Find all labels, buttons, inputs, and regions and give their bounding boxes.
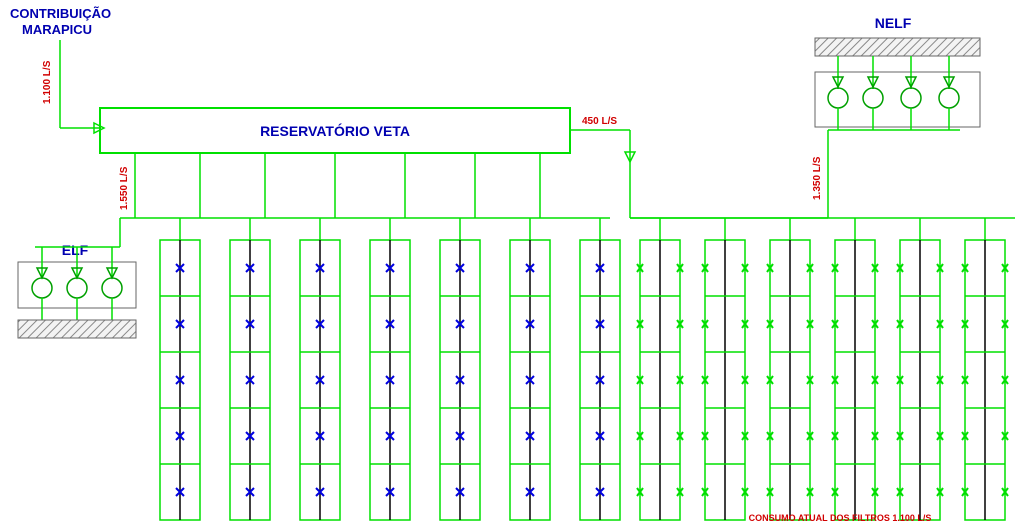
nelf-pump-box (815, 72, 980, 127)
right-filter-bank (630, 218, 1015, 520)
elf-hatch (18, 320, 136, 338)
left-filter-col-3 (300, 240, 340, 520)
left-filter-col-4 (370, 240, 410, 520)
nelf-pump-4 (939, 56, 959, 130)
elf-label: ELF (62, 242, 89, 258)
elf-group: ELF (18, 218, 136, 338)
reservoir-label: RESERVATÓRIO VETA (260, 122, 410, 139)
right-filter-col-4 (832, 240, 878, 520)
nelf-pump-3 (901, 56, 921, 130)
right-filter-col-3 (767, 240, 813, 520)
flow-in-label: 1.100 L/S (42, 60, 53, 104)
flow-right-a-label: 450 L/S (582, 116, 617, 127)
contribuicao-label: CONTRIBUIÇÃO (10, 6, 111, 21)
nelf-pump-2 (863, 56, 883, 130)
nelf-group: NELF (815, 15, 980, 130)
right-filter-col-5 (897, 240, 943, 520)
left-filter-col-6 (510, 240, 550, 520)
right-filter-col-6 (962, 240, 1008, 520)
right-filter-col-2 (702, 240, 748, 520)
flow-left-label: 1.550 L/S (119, 166, 130, 210)
footer-label: CONSUMO ATUAL DOS FILTROS 1.100 L/S (749, 513, 932, 522)
left-filter-col-7 (580, 240, 620, 520)
left-filter-col-5 (440, 240, 480, 520)
left-filter-col-1 (160, 240, 200, 520)
reservoir-drops-left (120, 153, 610, 218)
flow-right-b-label: 1.350 L/S (812, 156, 823, 200)
right-filter-col-1 (637, 240, 683, 520)
nelf-hatch (815, 38, 980, 56)
marapicu-label: MARAPICU (22, 22, 92, 37)
nelf-pump-1 (828, 56, 848, 130)
left-filter-bank (160, 218, 620, 520)
left-filter-col-2 (230, 240, 270, 520)
nelf-label: NELF (875, 15, 912, 31)
